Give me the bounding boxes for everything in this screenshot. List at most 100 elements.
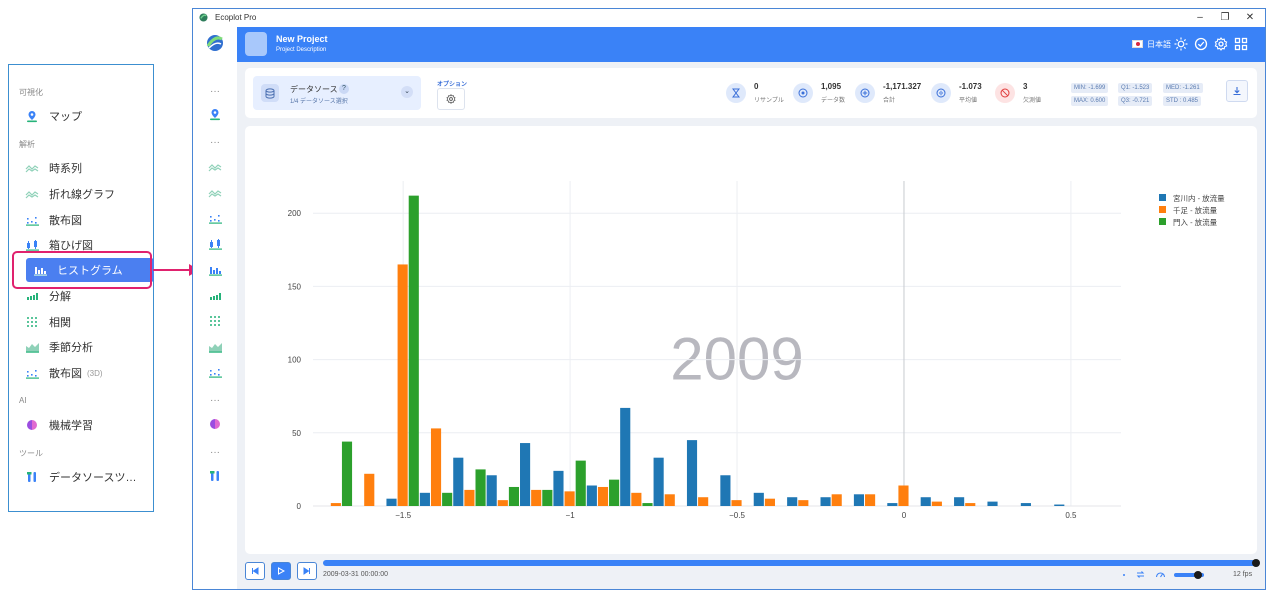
histogram-bar: [831, 494, 842, 506]
histogram-bar: [564, 491, 575, 506]
x-tick-label: 0.5: [1065, 511, 1077, 520]
menu-item-timeseries[interactable]: 時系列: [17, 156, 154, 180]
scatter3d-icon[interactable]: [206, 365, 224, 379]
tools-icon[interactable]: [206, 469, 224, 483]
stat-value: -1.073: [959, 82, 982, 91]
menu-item-ml[interactable]: 機械学習: [17, 413, 154, 437]
timeline-handle[interactable]: [1252, 559, 1260, 567]
download-icon: [1233, 87, 1241, 96]
histogram-bar: [408, 195, 419, 506]
section-more-icon: ···: [210, 85, 220, 97]
boxplot-icon[interactable]: [206, 237, 224, 251]
menu-item-label: 時系列: [49, 163, 82, 175]
scatter-icon[interactable]: [206, 211, 224, 225]
y-tick-label: 50: [292, 429, 301, 438]
y-tick-label: 100: [288, 356, 302, 365]
histogram-bar: [508, 486, 520, 506]
y-tick-label: 200: [288, 209, 302, 218]
y-tick-label: 0: [297, 502, 302, 511]
histogram-bar: [798, 500, 809, 506]
histogram-bar: [430, 428, 442, 506]
restore-button[interactable]: ❐: [1218, 12, 1232, 24]
legend-swatch: [1159, 218, 1166, 225]
chevron-down-icon[interactable]: ⌄: [401, 86, 413, 98]
options-label: オプション: [437, 82, 468, 88]
speed-gauge-icon[interactable]: [1155, 569, 1166, 580]
line-chart-icon[interactable]: [206, 186, 224, 200]
project-icon[interactable]: [245, 32, 267, 56]
stat-label: 欠測値: [1023, 98, 1042, 104]
help-icon[interactable]: ?: [339, 84, 349, 94]
histogram-bar: [575, 460, 586, 506]
seasonal-icon[interactable]: [206, 340, 224, 354]
timeline-progress-bar[interactable]: [323, 560, 1257, 566]
line-chart-icon: [25, 187, 39, 201]
menu-item-scatter[interactable]: 散布図: [17, 208, 154, 232]
stat-median: MED: -1.261: [1163, 83, 1203, 93]
menu-item-label: 分解: [49, 291, 71, 303]
options-button[interactable]: [437, 88, 465, 110]
skip-forward-button[interactable]: [297, 562, 317, 580]
menu-item-scatter3d[interactable]: 散布図 (3D): [17, 361, 154, 385]
check-circle-icon[interactable]: [1194, 37, 1208, 51]
legend-label: 千足 - 放流量: [1173, 205, 1218, 215]
histogram-bar: [497, 500, 508, 506]
japan-flag-icon[interactable]: [1132, 40, 1143, 48]
menu-item-seasonal[interactable]: 季節分析: [17, 335, 154, 359]
section-more-icon: ···: [210, 136, 220, 148]
x-tick-label: −1.5: [395, 511, 411, 520]
histogram-bar: [586, 485, 597, 506]
ml-brain-icon[interactable]: [206, 417, 224, 431]
histogram-chart[interactable]: 2009−1.5−1−0.500.5050100150200宮川内 - 放流量千…: [245, 126, 1257, 554]
fps-slider-handle[interactable]: [1194, 571, 1202, 579]
download-button[interactable]: [1226, 80, 1248, 102]
hourglass-icon: [726, 83, 746, 103]
section-visualization: 可視化: [19, 88, 43, 97]
toolbar-card: データソース ? 1/4 データソース選択 ⌄ オプション 0 リサンプル 1,…: [245, 68, 1257, 118]
histogram-bar: [731, 500, 742, 506]
map-pin-icon[interactable]: [206, 107, 224, 121]
menu-item-tag: (3D): [87, 368, 103, 378]
stat-max: MAX: 0.600: [1071, 96, 1109, 106]
correlation-icon[interactable]: [206, 314, 224, 328]
map-pin-icon: [25, 109, 39, 123]
histogram-bar: [865, 494, 876, 506]
stat-label: 合計: [883, 98, 896, 104]
menu-item-map[interactable]: マップ: [17, 104, 154, 128]
menu-item-label: 散布図: [49, 215, 82, 227]
histogram-bar: [597, 486, 609, 506]
histogram-bar: [920, 497, 931, 506]
histogram-bar: [520, 443, 531, 506]
language-selector[interactable]: 日本語: [1147, 39, 1171, 50]
stat-value: 0: [754, 82, 759, 91]
histogram-bar: [898, 485, 909, 506]
section-more-icon: ···: [210, 446, 220, 458]
close-button[interactable]: ✕: [1243, 12, 1257, 24]
loop-icon[interactable]: [1135, 569, 1146, 580]
legend-label: 門入 - 放流量: [1173, 217, 1218, 227]
timeseries-icon[interactable]: [206, 160, 224, 174]
x-tick-label: 0: [902, 511, 907, 520]
theme-sun-icon[interactable]: [1174, 37, 1188, 51]
histogram-bar: [965, 503, 976, 506]
menu-item-datasource-tools[interactable]: データソースツ…: [17, 465, 154, 489]
skip-back-button[interactable]: [245, 562, 265, 580]
minimize-button[interactable]: –: [1193, 12, 1207, 24]
project-name[interactable]: New Project: [276, 34, 328, 44]
dot-icon: [1123, 574, 1125, 576]
menu-item-label: マップ: [49, 111, 82, 123]
settings-gear-icon[interactable]: [1214, 37, 1228, 51]
decomposition-icon[interactable]: [206, 289, 224, 303]
histogram-bar: [475, 469, 486, 506]
stat-value: 3: [1023, 82, 1028, 91]
histogram-icon[interactable]: [206, 263, 224, 277]
datasource-title: データソース: [290, 85, 338, 94]
menu-item-line[interactable]: 折れ線グラフ: [17, 182, 154, 206]
grid-apps-icon[interactable]: [1234, 37, 1248, 51]
stat-value: -1,171.327: [883, 82, 922, 91]
play-button[interactable]: [271, 562, 291, 580]
menu-item-correlation[interactable]: 相関: [17, 310, 154, 334]
datasource-selector[interactable]: データソース ? 1/4 データソース選択 ⌄: [253, 76, 421, 110]
histogram-bar: [542, 489, 553, 506]
section-ai: AI: [19, 396, 27, 405]
